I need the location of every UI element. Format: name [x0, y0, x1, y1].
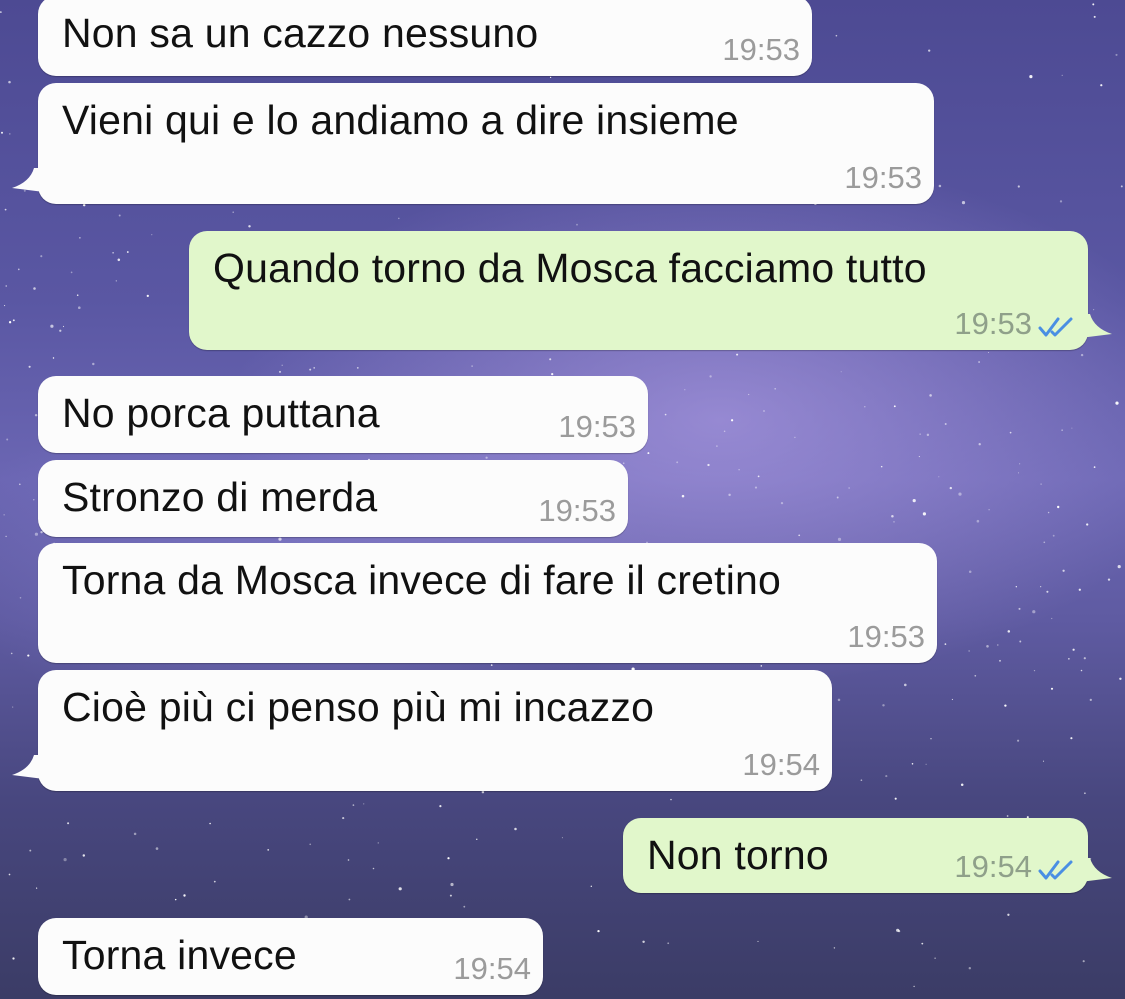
incoming-message[interactable]: Torna invece 19:54 — [38, 918, 543, 995]
message-text: Torna da Mosca invece di fare il cretino — [62, 557, 782, 603]
incoming-message[interactable]: Stronzo di merda 19:53 — [38, 460, 628, 537]
incoming-message[interactable]: Non sa un cazzo nessuno 19:53 — [38, 0, 812, 76]
outgoing-bubble-tail — [1080, 314, 1112, 338]
read-double-check-icon — [1038, 860, 1073, 880]
incoming-message[interactable]: No porca puttana 19:53 — [38, 376, 648, 453]
message-text: Cioè più ci penso più mi incazzo — [62, 684, 655, 730]
message-time: 19:53 — [722, 32, 800, 67]
message-time: 19:53 — [847, 619, 925, 654]
message-text: Vieni qui e lo andiamo a dire insieme — [62, 97, 739, 143]
message-text: Quando torno da Mosca facciamo tutto — [213, 245, 927, 291]
incoming-message[interactable]: Vieni qui e lo andiamo a dire insieme 19… — [38, 83, 934, 204]
outgoing-message[interactable]: Non torno 19:54 — [623, 818, 1088, 893]
outgoing-message[interactable]: Quando torno da Mosca facciamo tutto 19:… — [189, 231, 1088, 350]
message-time: 19:53 — [558, 409, 636, 444]
incoming-message[interactable]: Torna da Mosca invece di fare il cretino… — [38, 543, 937, 663]
message-time: 19:53 — [844, 160, 922, 195]
message-text: Stronzo di merda — [62, 474, 378, 520]
message-text: Non torno — [647, 832, 829, 878]
message-text: Non sa un cazzo nessuno — [62, 10, 539, 56]
read-double-check-icon — [1038, 317, 1073, 337]
message-time: 19:54 — [742, 747, 820, 782]
incoming-message[interactable]: Cioè più ci penso più mi incazzo 19:54 — [38, 670, 832, 791]
message-time: 19:54 — [453, 951, 531, 986]
message-time: 19:54 — [954, 849, 1032, 884]
outgoing-bubble-tail — [1080, 858, 1112, 882]
message-time: 19:53 — [538, 493, 616, 528]
incoming-bubble-tail — [12, 168, 44, 192]
message-text: No porca puttana — [62, 390, 380, 436]
incoming-bubble-tail — [12, 755, 44, 779]
message-text: Torna invece — [62, 932, 297, 978]
message-time: 19:53 — [954, 306, 1032, 341]
